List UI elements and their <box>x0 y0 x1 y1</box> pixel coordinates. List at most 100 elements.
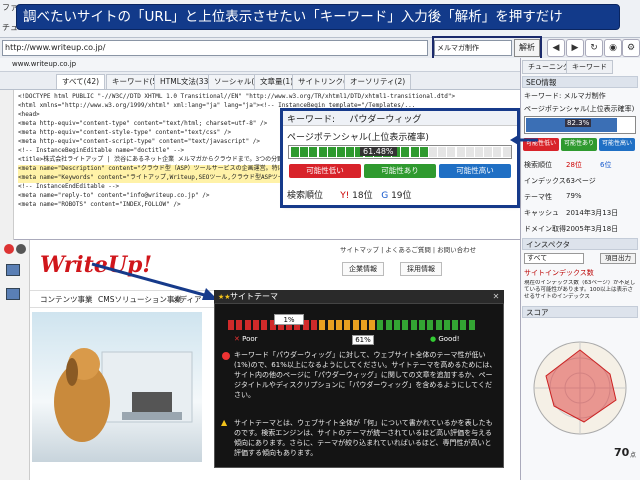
theme-scale-segment <box>335 320 342 330</box>
theme-scale-segment <box>443 320 450 330</box>
preview-toolbar <box>0 240 30 480</box>
code-line: <meta name="ROBOTS" content="INDEX,FOLLO… <box>18 201 181 208</box>
theme-scale-segment <box>236 320 243 330</box>
theme-scale-segment <box>427 320 434 330</box>
score-value: 70 <box>614 446 630 459</box>
theme-scale-segment <box>460 320 467 330</box>
hero-image <box>32 312 202 462</box>
theme-scale-segment <box>252 320 259 330</box>
code-line: <meta name="reply-to" content="info@writ… <box>18 192 210 199</box>
theme-scale-segment <box>394 320 400 330</box>
back-icon[interactable]: ◀ <box>547 39 565 57</box>
settings-icon[interactable]: ⚙ <box>622 39 640 57</box>
site-theme-title: サイトテーマ <box>214 290 504 304</box>
pin-icon[interactable] <box>16 244 26 254</box>
rank-label: 検索順位 <box>524 161 552 169</box>
theme-value: 79% <box>566 192 582 200</box>
tab-all[interactable]: すべて(42) <box>56 74 106 89</box>
medium-possibility-button[interactable]: 可能性あり <box>561 138 597 151</box>
tab-authority[interactable]: オーソリティ(2) <box>344 74 412 89</box>
company-info-button[interactable]: 企業情報 <box>342 262 384 276</box>
theme-scale-segment <box>452 320 459 330</box>
theme-advice-text: キーワード「パウダーウィッグ」に対して、ウェブサイト全体のテーマ性が低い(1%)… <box>234 351 497 399</box>
refresh-icon[interactable]: ↻ <box>585 39 603 57</box>
theme-good-label: ● Good! <box>430 335 460 343</box>
cache-label: キャッシュ <box>524 209 559 217</box>
theme-scale-segment <box>228 320 234 330</box>
zoom-callout-frame <box>280 108 520 208</box>
theme-current-pct: 1% <box>274 314 304 325</box>
theme-scale-segment <box>385 320 392 330</box>
theme-scale-segment <box>410 320 417 330</box>
theme-scale-segment <box>369 320 376 330</box>
close-icon[interactable]: ✕ <box>491 292 501 302</box>
score-unit: 点 <box>630 452 637 459</box>
theme-scale-segment <box>344 320 351 330</box>
code-line: <meta http-equiv="content-type" content=… <box>18 120 268 127</box>
good-icon: ● <box>430 335 437 343</box>
domain-label: ドメイン取得 <box>524 225 566 233</box>
tab-keyword-right[interactable]: キーワード <box>566 60 613 74</box>
zoom-arrow-icon <box>510 134 538 146</box>
nav-contents[interactable]: コンテンツ事業 <box>40 294 93 305</box>
high-possibility-button[interactable]: 可能性高い <box>599 138 635 151</box>
code-gutter <box>0 90 14 240</box>
theme-scale-segment <box>327 320 334 330</box>
filter-select[interactable]: すべて <box>524 253 584 264</box>
cache-value: 2014年3月13日 <box>566 209 619 217</box>
inspector-item[interactable]: サイトインデックス数 <box>524 268 594 278</box>
code-line: <title>株式会社ライトアップ | 渋谷にあるネット企業 メルマガからクラウ… <box>18 156 318 163</box>
index-value: 63ページ <box>566 177 596 185</box>
inspector-text: 現在のインデックス数（63ページ）が不足している可能性があります。100以上は表… <box>524 280 636 300</box>
rank-google: 6位 <box>600 161 612 169</box>
score-radar-chart <box>524 326 636 456</box>
theme-target-pct: 61% <box>352 335 374 345</box>
theme-label: テーマ性 <box>524 193 552 201</box>
poor-icon: ✕ <box>234 335 240 343</box>
code-line: <meta http-equiv="content-script-type" c… <box>18 138 261 145</box>
screen-icon[interactable] <box>6 264 20 276</box>
theme-poor-label: ✕ Poor <box>234 335 258 343</box>
score-header[interactable]: スコア <box>522 306 638 318</box>
theme-arrow-icon <box>91 262 218 300</box>
theme-scale-segment <box>435 320 442 330</box>
theme-scale-segment <box>244 320 251 330</box>
stars-icon: ★★ <box>218 293 231 301</box>
preview-header-links[interactable]: サイトマップ | よくあるご質問 | お問い合わせ <box>340 244 476 254</box>
site-tab[interactable]: www.writeup.co.jp <box>0 58 520 72</box>
mobile-icon[interactable] <box>6 288 20 300</box>
seo-info-header[interactable]: SEO情報 <box>522 76 638 88</box>
inspector-header[interactable]: インスペクタ <box>522 238 638 250</box>
theme-good-text: Good! <box>438 335 460 343</box>
index-label: インデックス <box>524 177 566 185</box>
theme-poor-text: Poor <box>242 335 258 343</box>
right-potential-bar: 82.3% <box>524 116 636 134</box>
theme-scale-segment <box>377 320 384 330</box>
theme-scale-segment <box>402 320 409 330</box>
code-line: <!DOCTYPE html PUBLIC "-//W3C//DTD XHTML… <box>18 93 456 100</box>
code-line: <meta http-equiv="content-style-type" co… <box>18 129 232 136</box>
theme-scale-segment <box>418 320 425 330</box>
right-potential-label: ページポテンシャル(上位表示確率) <box>524 105 635 113</box>
code-line: <head> <box>18 111 40 118</box>
code-line: <!-- InstanceEndEditable --> <box>18 183 120 190</box>
recruit-button[interactable]: 採用情報 <box>400 262 442 276</box>
theme-scale-segment <box>261 320 268 330</box>
right-potential-pct: 82.3% <box>565 119 592 127</box>
close-preview-icon[interactable] <box>4 244 14 254</box>
rank-yahoo: 28位 <box>566 161 582 169</box>
eye-icon[interactable]: ◉ <box>604 39 622 57</box>
theme-scale-segment <box>352 320 359 330</box>
forward-icon[interactable]: ▶ <box>566 39 584 57</box>
right-keyword: キーワード: メルマガ制作 <box>524 92 606 100</box>
theme-scale-segment <box>311 320 317 330</box>
theme-scale-segment <box>319 320 326 330</box>
instruction-banner: 調べたいサイトの「URL」と上位表示させたい「キーワード」入力後「解析」を押すだ… <box>16 4 620 30</box>
domain-value: 2005年3月18日 <box>566 225 619 233</box>
url-input[interactable]: http://www.writeup.co.jp/ <box>2 40 428 56</box>
theme-scale-segment <box>468 320 475 330</box>
theme-scale-segment <box>360 320 367 330</box>
theme-scale-bar <box>228 320 478 330</box>
theme-explanation-text: サイトテーマとは、ウェブサイト全体が「何」について書かれているかを表したものです… <box>234 419 493 457</box>
export-button[interactable]: 項目出力 <box>600 253 636 264</box>
